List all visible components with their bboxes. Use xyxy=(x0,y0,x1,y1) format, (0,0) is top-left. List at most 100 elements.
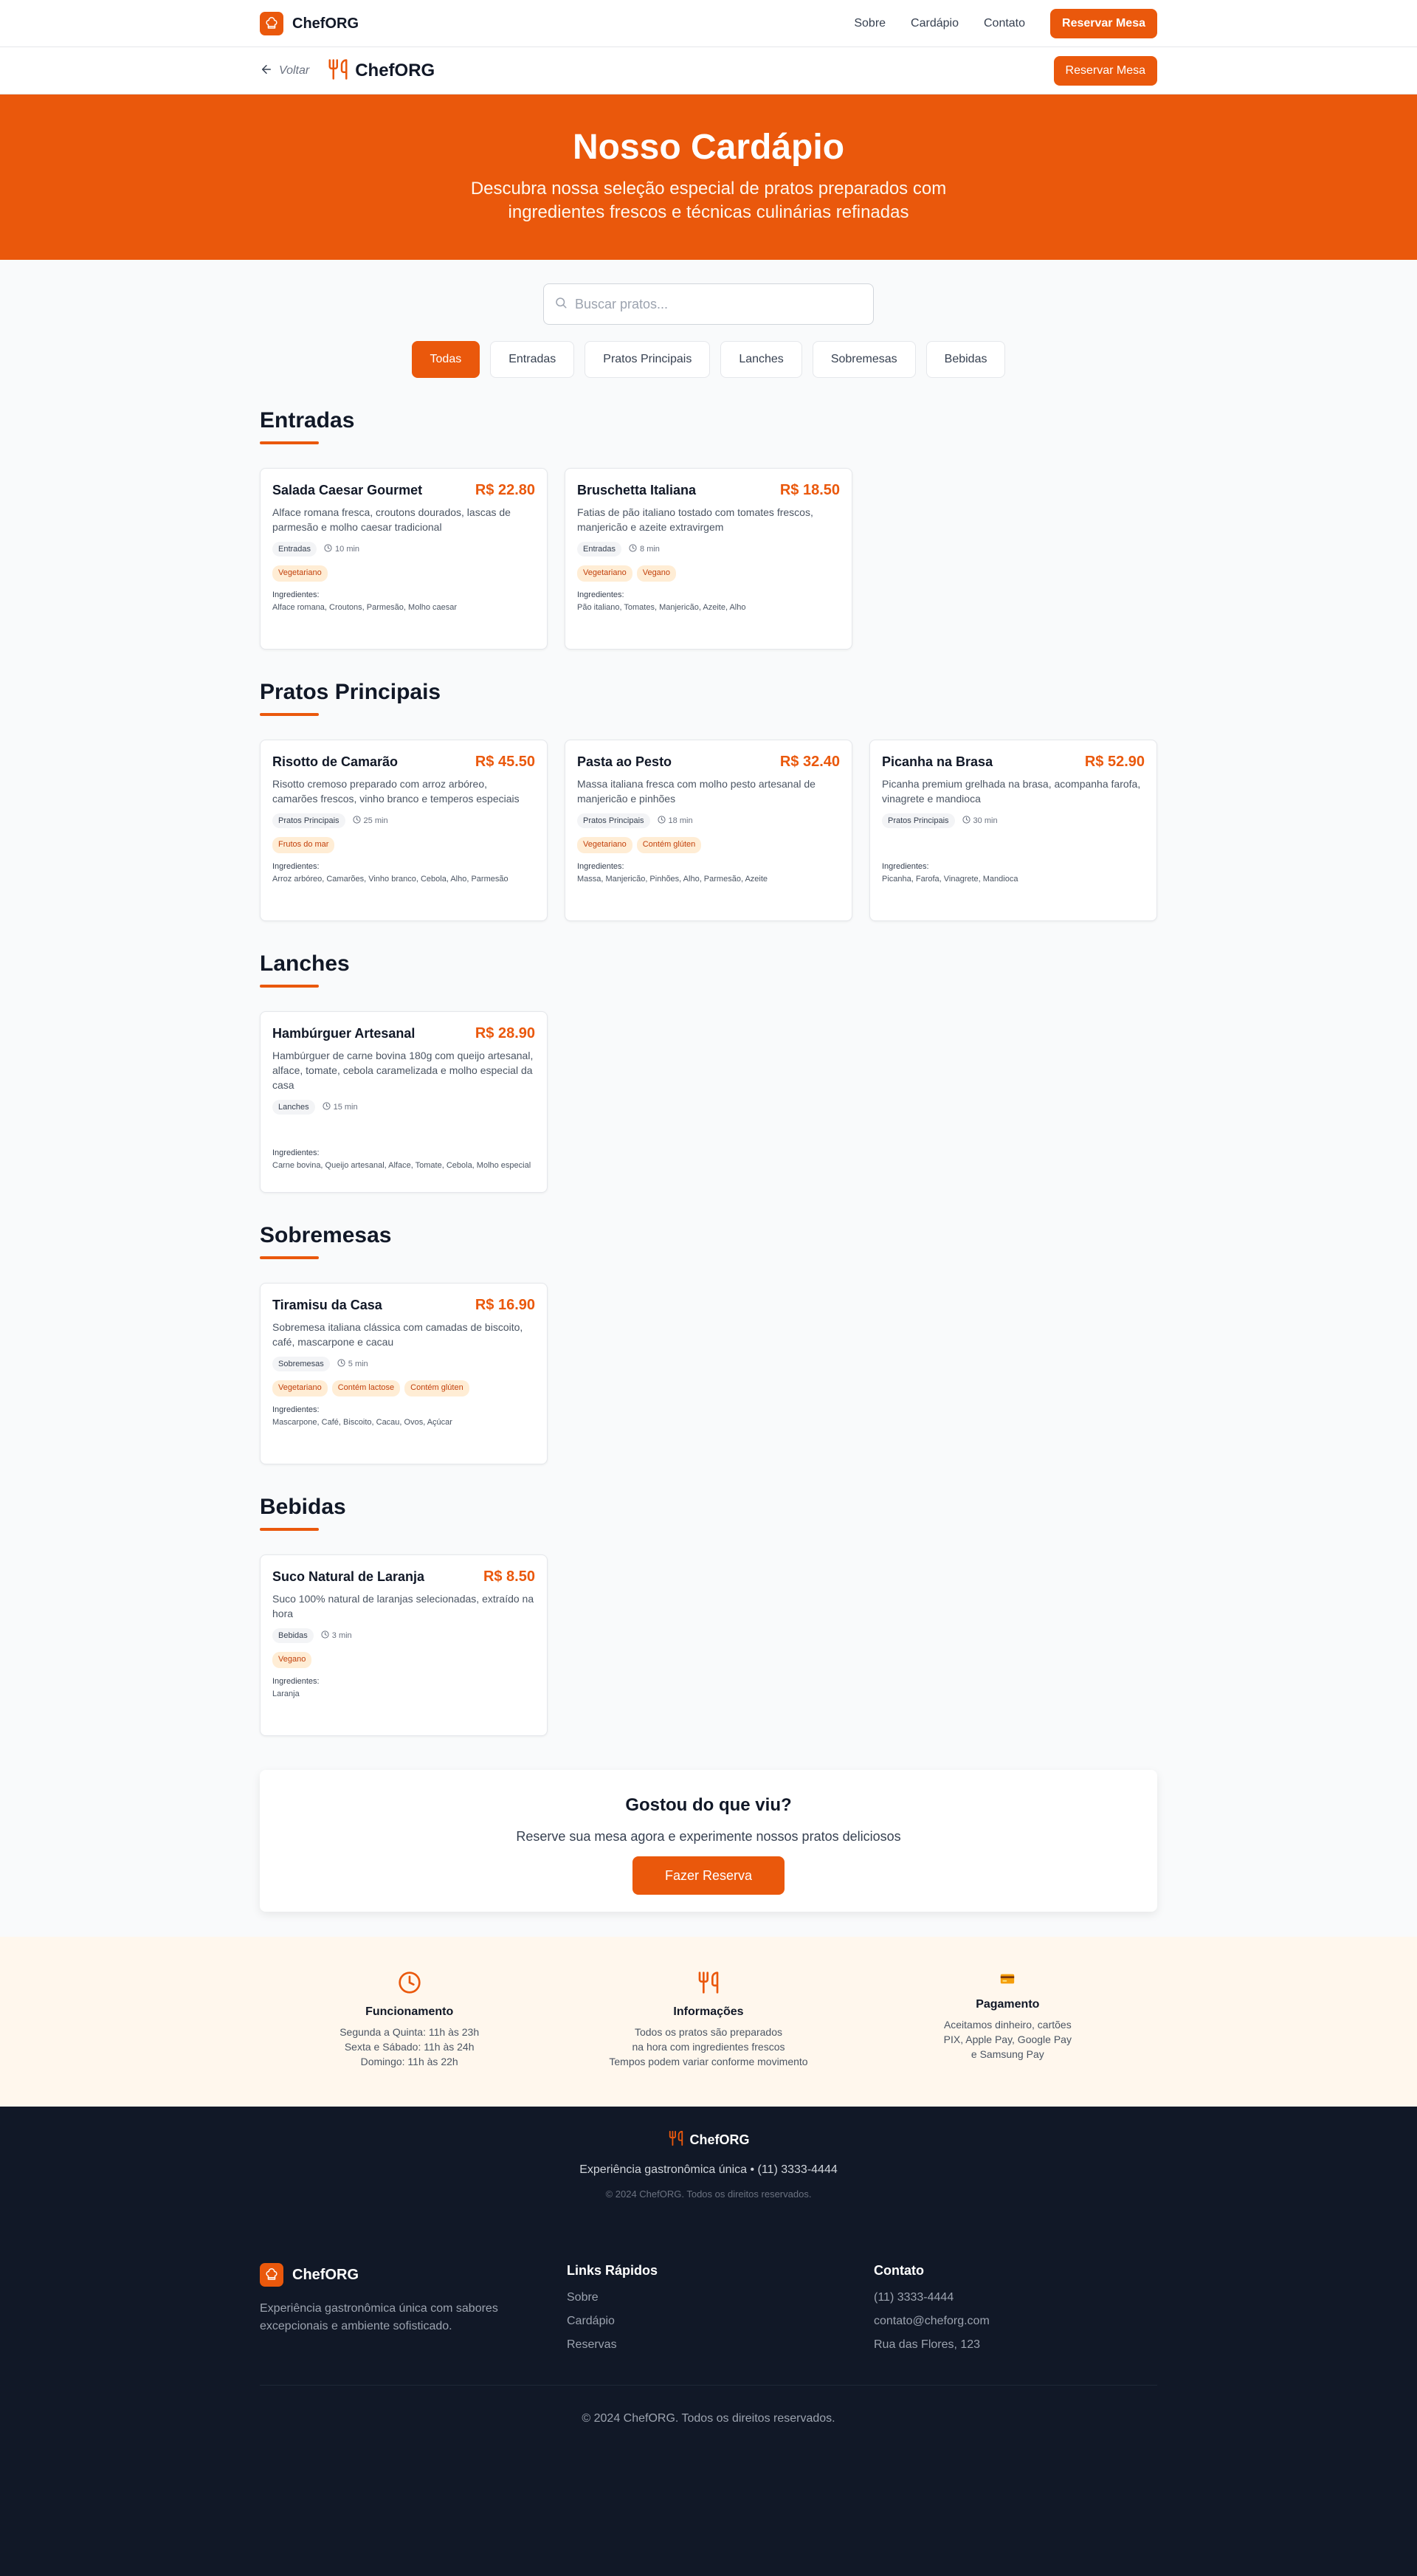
footer-email[interactable]: contato@cheforg.com xyxy=(874,2312,1157,2330)
info-details: Informações Todos os pratos são preparad… xyxy=(559,1937,858,2069)
dish-name: Salada Caesar Gourmet xyxy=(272,483,423,497)
utensils-icon xyxy=(327,58,349,84)
dish-description: Alface romana fresca, croutons dourados,… xyxy=(272,506,511,533)
diet-tag: Vegano xyxy=(272,1652,312,1668)
credit-card-icon xyxy=(999,1974,1016,1990)
ingredients-label: Ingredientes: xyxy=(577,590,624,599)
clock-icon xyxy=(962,816,970,826)
menu-section: Bebidas Suco Natural de Laranja R$ 8.50 Suc… xyxy=(260,1494,1157,1736)
cta-text: Reserve sua mesa agora e experimente nos… xyxy=(516,1829,901,1844)
filter-bebidas[interactable]: Bebidas xyxy=(925,341,1006,378)
dish-card[interactable]: Tiramisu da Casa R$ 16.90 Sobremesa italia… xyxy=(260,1283,548,1464)
section-underline xyxy=(260,713,319,716)
footer-about-col: ChefORG Experiência gastronômica única c… xyxy=(260,2263,567,2360)
clock-icon xyxy=(323,1102,331,1112)
subheader-reserve-button[interactable]: Reservar Mesa xyxy=(1053,56,1157,86)
brand-logo-link[interactable]: ChefORG xyxy=(260,12,359,35)
ingredients-list: Arroz arbóreo, Camarões, Vinho branco, C… xyxy=(272,875,508,884)
info-payment-line: e Samsung Pay xyxy=(970,2048,1044,2060)
info-payment: Pagamento Aceitamos dinheiro, cartões PI… xyxy=(858,1937,1157,2069)
footer-link-sobre[interactable]: Sobre xyxy=(567,2289,874,2307)
dish-card[interactable]: Pasta ao Pesto R$ 32.40 Massa italiana fre… xyxy=(565,740,852,921)
prep-time: 10 min xyxy=(324,544,359,554)
prep-time: 30 min xyxy=(962,816,998,826)
filter-lanches[interactable]: Lanches xyxy=(720,341,802,378)
ingredients-list: Alface romana, Croutons, Parmesão, Molho… xyxy=(272,603,458,612)
dish-name: Hambúrguer Artesanal xyxy=(272,1026,416,1041)
dish-grid: Hambúrguer Artesanal R$ 28.90 Hambúrguer d… xyxy=(260,1011,1157,1193)
dish-card[interactable]: Suco Natural de Laranja R$ 8.50 Suco 100% … xyxy=(260,1554,548,1736)
info-hours-title: Funcionamento xyxy=(365,2005,454,2018)
filter-pratos-principais[interactable]: Pratos Principais xyxy=(585,341,711,378)
prep-time-value: 18 min xyxy=(668,816,693,825)
footer-link-reservas[interactable]: Reservas xyxy=(567,2336,874,2354)
dish-card[interactable]: Bruschetta Italiana R$ 18.50 Fatias de pão… xyxy=(565,468,852,650)
dish-category-badge: Lanches xyxy=(272,1100,315,1115)
filter-entradas[interactable]: Entradas xyxy=(490,341,575,378)
section-title-pratos-principais: Pratos Principais xyxy=(260,680,441,704)
search-input[interactable] xyxy=(575,296,863,312)
nav-link-sobre[interactable]: Sobre xyxy=(854,17,886,30)
reserve-table-button[interactable]: Reservar Mesa xyxy=(1050,9,1157,38)
category-filters: Todas Entradas Pratos Principais Lanches… xyxy=(260,341,1157,378)
footer-copyright: © 2024 ChefORG. Todos os direitos reserv… xyxy=(582,2412,835,2425)
menu-section: Pratos Principais Risotto de Camarão R$ 45… xyxy=(260,679,1157,921)
dish-card[interactable]: Risotto de Camarão R$ 45.50 Risotto cremos… xyxy=(260,740,548,921)
info-hours-text: Segunda a Quinta: 11h às 23h Sexta e Sáb… xyxy=(260,2025,559,2069)
dish-card[interactable]: Picanha na Brasa R$ 52.90 Picanha premium … xyxy=(869,740,1157,921)
footer-small-copyright: © 2024 ChefORG. Todos os direitos reserv… xyxy=(605,2188,812,2200)
section-title-sobremesas: Sobremesas xyxy=(260,1223,392,1247)
info-band: Funcionamento Segunda a Quinta: 11h às 2… xyxy=(0,1937,1417,2107)
dish-name: Tiramisu da Casa xyxy=(272,1298,382,1312)
reservation-cta: Gostou do que viu? Reserve sua mesa agor… xyxy=(260,1770,1157,1912)
dish-card[interactable]: Salada Caesar Gourmet R$ 22.80 Alface roma… xyxy=(260,468,548,650)
nav-link-cardapio[interactable]: Cardápio xyxy=(911,17,959,30)
filter-sobremesas[interactable]: Sobremesas xyxy=(812,341,916,378)
dish-description: Fatias de pão italiano tostado com tomat… xyxy=(577,506,813,533)
footer-brand: ChefORG xyxy=(260,2263,567,2287)
dish-description: Massa italiana fresca com molho pesto ar… xyxy=(577,778,816,805)
dish-category-badge: Sobremesas xyxy=(272,1357,330,1371)
dish-description: Sobremesa italiana clássica com camadas … xyxy=(272,1321,523,1348)
info-hours-line: Domingo: 11h às 22h xyxy=(360,2056,458,2067)
dish-tags xyxy=(272,1123,535,1140)
brand-name: ChefORG xyxy=(292,15,359,32)
ingredients-label: Ingredientes: xyxy=(272,862,320,871)
page-subtitle: Descubra nossa seleção especial de prato… xyxy=(470,179,947,222)
dish-price: R$ 8.50 xyxy=(483,1568,535,1585)
ingredients-label: Ingredientes: xyxy=(272,1148,320,1157)
prep-time: 25 min xyxy=(352,816,388,826)
back-link[interactable]: Voltar xyxy=(260,63,309,80)
ingredients-list: Mascarpone, Café, Biscoito, Cacau, Ovos,… xyxy=(272,1418,452,1427)
ingredients-list: Laranja xyxy=(272,1690,300,1698)
ingredients-label: Ingredientes: xyxy=(272,1405,320,1414)
diet-tag: Contém glúten xyxy=(636,837,702,853)
main-nav: Sobre Cardápio Contato Reservar Mesa xyxy=(854,9,1157,38)
prep-time-value: 10 min xyxy=(335,545,360,554)
dish-price: R$ 45.50 xyxy=(475,754,535,770)
chef-hat-icon xyxy=(260,12,283,35)
prep-time-value: 15 min xyxy=(333,1103,358,1112)
footer-link-cardapio[interactable]: Cardápio xyxy=(567,2312,874,2330)
footer-about: Experiência gastronômica única com sabor… xyxy=(260,2302,498,2332)
footer-divider xyxy=(260,2385,1157,2386)
arrow-left-icon xyxy=(260,63,273,80)
filter-todas[interactable]: Todas xyxy=(411,341,480,378)
nav-link-contato[interactable]: Contato xyxy=(984,17,1025,30)
dish-tags: Vegetariano Vegano xyxy=(577,565,840,582)
site-footer: ChefORG Experiência gastronômica única c… xyxy=(0,2217,1417,2576)
dish-tags: Vegetariano xyxy=(272,565,535,582)
dish-price: R$ 18.50 xyxy=(779,482,840,498)
info-hours-line: Sexta e Sábado: 11h às 24h xyxy=(344,2041,475,2053)
dish-price: R$ 32.40 xyxy=(779,754,840,770)
ingredients-list: Picanha, Farofa, Vinagrete, Mandioca xyxy=(882,875,1018,884)
prep-time: 3 min xyxy=(321,1630,352,1641)
utensils-icon xyxy=(668,2130,684,2150)
info-payment-line: PIX, Apple Pay, Google Pay xyxy=(943,2033,1072,2045)
section-title-bebidas: Bebidas xyxy=(260,1495,346,1519)
make-reservation-button[interactable]: Fazer Reserva xyxy=(632,1856,785,1895)
dish-card[interactable]: Hambúrguer Artesanal R$ 28.90 Hambúrguer d… xyxy=(260,1011,548,1193)
prep-time: 18 min xyxy=(657,816,693,826)
diet-tag: Vegetariano xyxy=(577,565,632,582)
ingredients-label: Ingredientes: xyxy=(577,862,624,871)
